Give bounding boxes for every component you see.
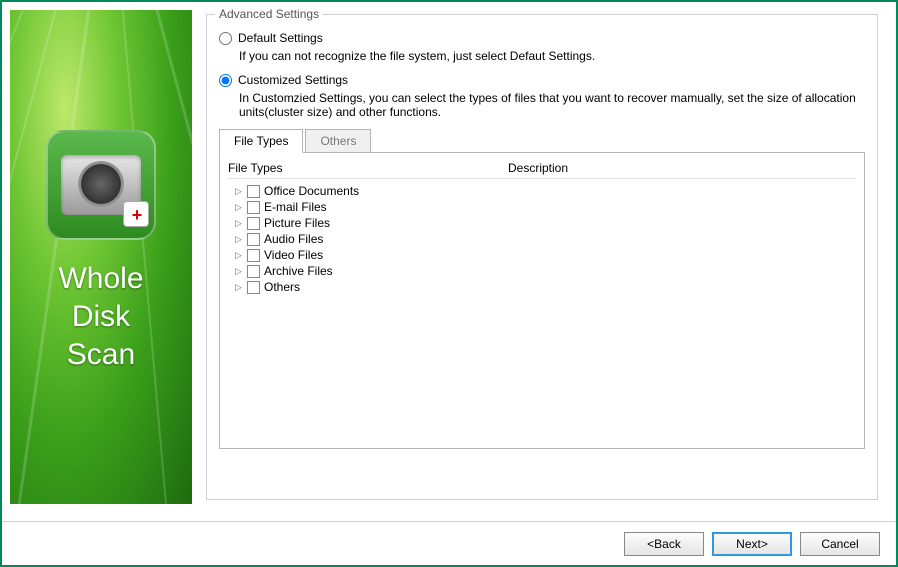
sidebar: + Whole Disk Scan: [10, 10, 192, 504]
title-line2: Disk: [72, 300, 130, 333]
drive-body: +: [61, 155, 141, 215]
main-panel: Advanced Settings Default Settings If yo…: [200, 10, 888, 506]
tree-item-label: Picture Files: [264, 216, 330, 230]
tab-content: File Types Description ▷ Office Document…: [219, 153, 865, 449]
sidebar-rays: [10, 10, 192, 504]
expand-icon[interactable]: ▷: [234, 203, 243, 212]
content-area: + Whole Disk Scan Advanced Settings Defa…: [2, 2, 896, 514]
expand-icon[interactable]: ▷: [234, 267, 243, 276]
tree-item-label: Office Documents: [264, 184, 359, 198]
checkbox[interactable]: [247, 249, 260, 262]
tree-item[interactable]: ▷ E-mail Files: [228, 199, 856, 215]
medical-cross-icon: +: [125, 203, 149, 227]
tree-item[interactable]: ▷ Audio Files: [228, 231, 856, 247]
next-button[interactable]: Next>: [712, 532, 792, 556]
checkbox[interactable]: [247, 185, 260, 198]
column-file-types[interactable]: File Types: [228, 161, 508, 175]
expand-icon[interactable]: ▷: [234, 283, 243, 292]
disk-drive-icon: +: [46, 130, 156, 240]
tree-header: File Types Description: [228, 161, 856, 179]
default-settings-radio[interactable]: [219, 32, 232, 45]
tree-item[interactable]: ▷ Video Files: [228, 247, 856, 263]
tree-item-label: Video Files: [264, 248, 323, 262]
tree-item[interactable]: ▷ Picture Files: [228, 215, 856, 231]
checkbox[interactable]: [247, 233, 260, 246]
column-description[interactable]: Description: [508, 161, 856, 175]
expand-icon[interactable]: ▷: [234, 251, 243, 260]
title-line1: Whole: [58, 262, 143, 295]
title-line3: Scan: [67, 338, 135, 371]
tree-item[interactable]: ▷ Archive Files: [228, 263, 856, 279]
customized-settings-radio[interactable]: [219, 74, 232, 87]
tree-item-label: Archive Files: [264, 264, 333, 278]
checkbox[interactable]: [247, 265, 260, 278]
tab-others[interactable]: Others: [305, 129, 371, 153]
expand-icon[interactable]: ▷: [234, 219, 243, 228]
sidebar-title: Whole Disk Scan: [10, 260, 192, 374]
customized-settings-help: In Customzied Settings, you can select t…: [239, 91, 865, 119]
expand-icon[interactable]: ▷: [234, 235, 243, 244]
advanced-settings-group: Advanced Settings Default Settings If yo…: [206, 14, 878, 500]
tree-item-label: Audio Files: [264, 232, 323, 246]
tab-strip: File Types Others: [219, 129, 865, 153]
checkbox[interactable]: [247, 201, 260, 214]
customized-settings-label: Customized Settings: [238, 73, 348, 87]
tree-item-label: E-mail Files: [264, 200, 327, 214]
cancel-button[interactable]: Cancel: [800, 532, 880, 556]
checkbox[interactable]: [247, 217, 260, 230]
customized-settings-row: Customized Settings: [219, 73, 865, 87]
default-settings-help: If you can not recognize the file system…: [239, 49, 865, 63]
tree-list: ▷ Office Documents ▷ E-mail Files ▷: [228, 183, 856, 295]
expand-icon[interactable]: ▷: [234, 187, 243, 196]
tree-item[interactable]: ▷ Others: [228, 279, 856, 295]
tab-file-types[interactable]: File Types: [219, 129, 303, 153]
checkbox[interactable]: [247, 281, 260, 294]
back-button[interactable]: <Back: [624, 532, 704, 556]
group-legend: Advanced Settings: [215, 7, 323, 21]
wizard-footer: <Back Next> Cancel: [2, 521, 896, 565]
default-settings-label: Default Settings: [238, 31, 323, 45]
tree-item[interactable]: ▷ Office Documents: [228, 183, 856, 199]
wizard-window: + Whole Disk Scan Advanced Settings Defa…: [0, 0, 898, 567]
tree-item-label: Others: [264, 280, 300, 294]
default-settings-row: Default Settings: [219, 31, 865, 45]
